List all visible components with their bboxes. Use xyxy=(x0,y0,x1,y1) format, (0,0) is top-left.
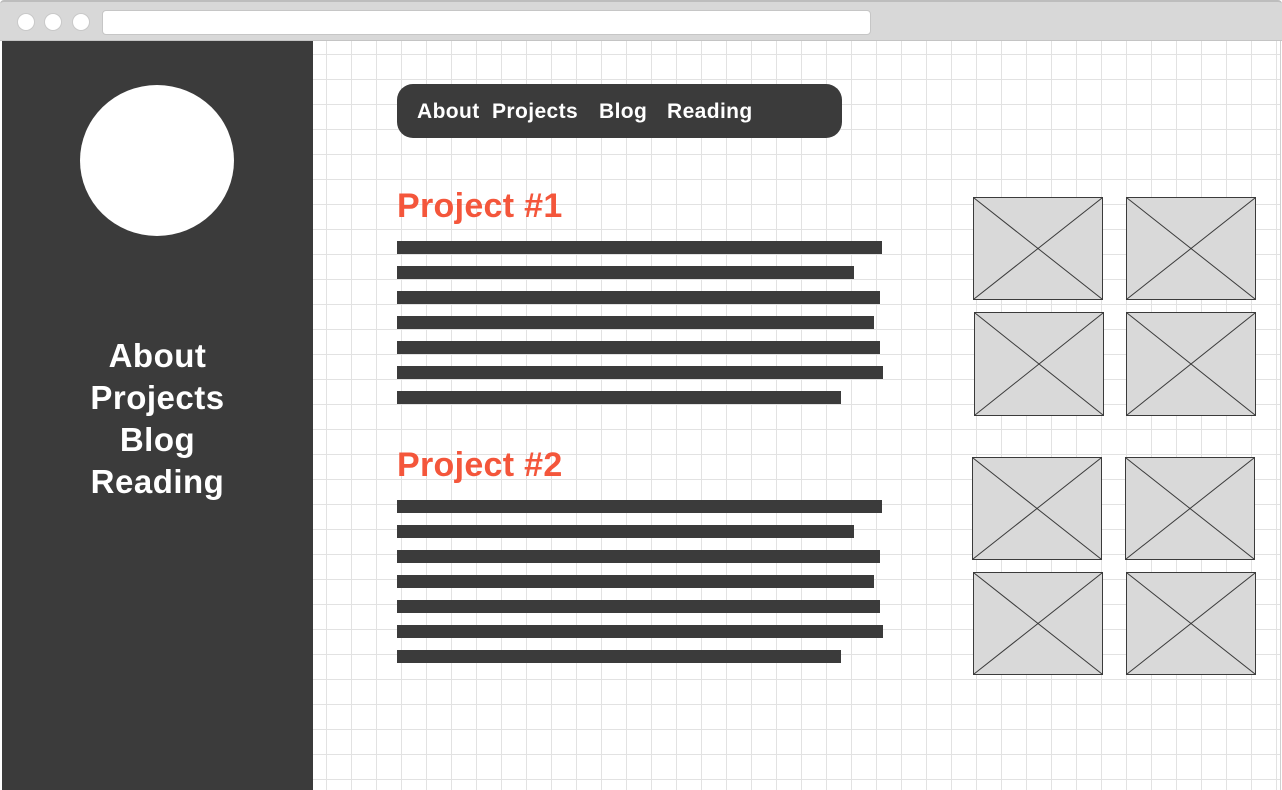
sidebar-item-blog[interactable]: Blog xyxy=(2,419,313,461)
maximize-window-button[interactable] xyxy=(72,13,90,31)
sidebar-nav: About Projects Blog Reading xyxy=(2,335,313,503)
text-line xyxy=(397,550,880,563)
sidebar: About Projects Blog Reading xyxy=(2,41,313,790)
main-content: About Projects Blog Reading Project #1 P… xyxy=(313,41,1281,790)
sidebar-item-about[interactable]: About xyxy=(2,335,313,377)
tab-about[interactable]: About xyxy=(417,100,480,124)
tab-projects[interactable]: Projects xyxy=(492,100,578,124)
browser-chrome xyxy=(0,0,1282,41)
text-line xyxy=(397,316,874,329)
avatar xyxy=(80,85,234,236)
minimize-window-button[interactable] xyxy=(44,13,62,31)
text-line xyxy=(397,291,880,304)
image-placeholder xyxy=(973,197,1103,300)
text-line xyxy=(397,650,841,663)
close-window-button[interactable] xyxy=(17,13,35,31)
text-line xyxy=(397,525,854,538)
text-line xyxy=(397,600,880,613)
image-placeholder xyxy=(1126,312,1256,416)
text-line xyxy=(397,341,880,354)
image-placeholder xyxy=(1125,457,1255,560)
tab-blog[interactable]: Blog xyxy=(599,100,647,124)
image-placeholder xyxy=(974,312,1104,416)
text-line xyxy=(397,366,883,379)
image-placeholder xyxy=(972,457,1102,560)
text-line xyxy=(397,575,874,588)
top-nav: About Projects Blog Reading xyxy=(397,84,842,138)
image-placeholder xyxy=(973,572,1103,675)
image-placeholder xyxy=(1126,197,1256,300)
project-title: Project #2 xyxy=(397,446,563,484)
text-line xyxy=(397,266,854,279)
text-line xyxy=(397,391,841,404)
text-line xyxy=(397,241,882,254)
tab-reading[interactable]: Reading xyxy=(667,100,753,124)
text-line xyxy=(397,625,883,638)
project-title: Project #1 xyxy=(397,187,563,225)
sidebar-item-projects[interactable]: Projects xyxy=(2,377,313,419)
address-bar[interactable] xyxy=(102,10,871,35)
text-line xyxy=(397,500,882,513)
sidebar-item-reading[interactable]: Reading xyxy=(2,461,313,503)
image-placeholder xyxy=(1126,572,1256,675)
